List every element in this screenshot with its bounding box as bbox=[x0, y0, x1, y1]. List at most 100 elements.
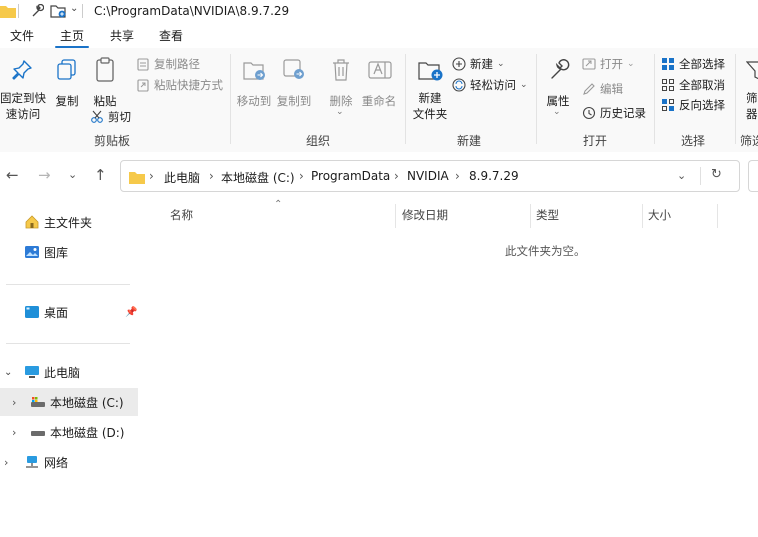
new-item-label: 新建 bbox=[470, 57, 493, 71]
new-folder-button[interactable]: 新建 文件夹 bbox=[410, 52, 450, 122]
forward-arrow-icon[interactable]: → bbox=[38, 166, 51, 184]
recent-locations-chevron-icon[interactable]: ⌄ bbox=[68, 168, 77, 181]
copy-button[interactable]: 复制 bbox=[52, 52, 82, 112]
breadcrumb-nvidia[interactable]: NVIDIA bbox=[407, 169, 449, 183]
computer-icon bbox=[25, 366, 39, 378]
column-header-name[interactable]: 名称 bbox=[170, 207, 193, 223]
column-separator[interactable] bbox=[717, 204, 718, 228]
properties-button[interactable]: 属性 ⌄ bbox=[541, 52, 575, 118]
breadcrumb-separator-icon[interactable]: › bbox=[299, 169, 304, 183]
copy-path-label: 复制路径 bbox=[154, 57, 200, 71]
address-bar[interactable]: › 此电脑 › 本地磁盘 (C:) › ProgramData › NVIDIA… bbox=[120, 160, 740, 192]
expand-chevron-right-icon[interactable]: › bbox=[4, 456, 18, 469]
edit-label: 编辑 bbox=[600, 82, 623, 96]
breadcrumb-separator-icon[interactable]: › bbox=[149, 169, 154, 183]
expand-chevron-right-icon[interactable]: › bbox=[12, 426, 26, 439]
nav-item-network[interactable]: › 网络 bbox=[0, 448, 138, 476]
ribbon-tabs: 文件 主页 共享 查看 bbox=[0, 26, 758, 48]
copy-to-button[interactable]: 复制到 bbox=[276, 52, 312, 112]
pin-icon[interactable]: 📌 bbox=[125, 307, 137, 318]
breadcrumb-current-folder[interactable]: 8.9.7.29 bbox=[469, 169, 519, 183]
cut-button[interactable]: 剪切 bbox=[90, 109, 131, 125]
home-icon bbox=[25, 215, 39, 229]
paste-label: 粘贴 bbox=[93, 94, 117, 108]
breadcrumb-this-pc[interactable]: 此电脑 bbox=[164, 169, 200, 186]
select-none-button[interactable]: 全部取消 bbox=[661, 77, 725, 93]
open-group-label: 打开 bbox=[583, 134, 608, 148]
filter-button[interactable]: 筛 器 bbox=[740, 52, 758, 122]
column-header-type[interactable]: 类型 bbox=[536, 207, 559, 223]
easy-access-icon bbox=[452, 78, 466, 92]
nav-this-pc-label: 此电脑 bbox=[44, 365, 81, 380]
ribbon-separator bbox=[405, 54, 406, 144]
gallery-icon bbox=[25, 246, 39, 258]
nav-item-gallery[interactable]: 图库 bbox=[0, 238, 138, 266]
refresh-icon[interactable]: ↻ bbox=[711, 167, 722, 182]
pencil-icon bbox=[583, 83, 595, 95]
drive-c-icon bbox=[31, 397, 45, 407]
pin-quick-access-button[interactable]: 固定到快 速访问 bbox=[0, 52, 46, 122]
move-to-button[interactable]: 移动到 bbox=[236, 52, 272, 112]
chevron-down-icon: ⌄ bbox=[497, 59, 505, 69]
tab-share[interactable]: 共享 bbox=[108, 26, 136, 46]
open-label: 打开 bbox=[600, 57, 623, 71]
nav-item-desktop[interactable]: 桌面 📌 bbox=[0, 298, 138, 326]
breadcrumb-separator-icon[interactable]: › bbox=[455, 169, 460, 183]
network-icon bbox=[26, 456, 38, 468]
history-button[interactable]: 历史记录 bbox=[582, 105, 646, 121]
delete-button[interactable]: 删除 ⌄ bbox=[326, 52, 356, 118]
open-button[interactable]: 打开 ⌄ bbox=[582, 56, 635, 72]
nav-divider bbox=[6, 284, 130, 285]
breadcrumb-separator-icon[interactable]: › bbox=[209, 169, 214, 183]
select-none-label: 全部取消 bbox=[679, 78, 725, 92]
rename-icon bbox=[368, 61, 392, 79]
chevron-down-icon: ⌄ bbox=[520, 80, 528, 90]
column-separator[interactable] bbox=[395, 204, 396, 228]
column-header-size[interactable]: 大小 bbox=[648, 207, 671, 223]
copy-path-button[interactable]: 复制路径 bbox=[136, 56, 200, 72]
tab-home[interactable]: 主页 bbox=[54, 26, 90, 48]
breadcrumb-programdata[interactable]: ProgramData bbox=[311, 169, 390, 183]
paste-button[interactable]: 粘贴 bbox=[90, 52, 120, 112]
new-folder-icon bbox=[418, 62, 443, 81]
column-separator[interactable] bbox=[642, 204, 643, 228]
paste-shortcut-button[interactable]: 粘贴快捷方式 bbox=[136, 77, 223, 93]
copy-to-icon bbox=[283, 59, 304, 79]
easy-access-button[interactable]: 轻松访问 ⌄ bbox=[452, 77, 528, 93]
edit-button[interactable]: 编辑 bbox=[582, 81, 623, 97]
nav-item-home[interactable]: 主文件夹 bbox=[0, 208, 138, 236]
select-all-icon bbox=[662, 58, 674, 70]
chevron-down-icon[interactable]: ⌄ bbox=[70, 3, 78, 14]
nav-desktop-label: 桌面 bbox=[44, 305, 69, 320]
nav-item-drive-c[interactable]: › 本地磁盘 (C:) bbox=[0, 388, 138, 416]
column-separator[interactable] bbox=[530, 204, 531, 228]
paste-shortcut-label: 粘贴快捷方式 bbox=[154, 78, 223, 92]
ribbon: 固定到快 速访问 复制 粘贴 复制路径 粘贴快捷方式 剪切 剪贴板 移动到 复制… bbox=[0, 48, 758, 152]
nav-item-this-pc[interactable]: ⌄ 此电脑 bbox=[0, 358, 138, 386]
expand-chevron-right-icon[interactable]: › bbox=[12, 396, 26, 409]
chevron-down-icon: ⌄ bbox=[553, 107, 561, 117]
select-all-button[interactable]: 全部选择 bbox=[661, 56, 725, 72]
new-item-button[interactable]: 新建 ⌄ bbox=[452, 56, 505, 72]
invert-selection-button[interactable]: 反向选择 bbox=[661, 97, 725, 113]
rename-button[interactable]: 重命名 bbox=[360, 52, 398, 112]
up-arrow-icon[interactable]: ↑ bbox=[94, 166, 107, 184]
breadcrumb-drive-c[interactable]: 本地磁盘 (C:) bbox=[221, 169, 295, 186]
copy-label: 复制 bbox=[55, 94, 79, 108]
ribbon-separator bbox=[230, 54, 231, 144]
nav-drive-d-label: 本地磁盘 (D:) bbox=[50, 425, 125, 440]
tab-file[interactable]: 文件 bbox=[8, 26, 36, 46]
address-history-chevron-icon[interactable]: ⌄ bbox=[677, 169, 686, 182]
search-box[interactable] bbox=[748, 160, 758, 192]
tab-view[interactable]: 查看 bbox=[157, 26, 185, 46]
back-arrow-icon[interactable]: ← bbox=[6, 166, 19, 184]
column-header-date-modified[interactable]: 修改日期 bbox=[402, 207, 448, 223]
breadcrumb-separator-icon[interactable]: › bbox=[394, 169, 399, 183]
properties-wrench-icon[interactable] bbox=[30, 4, 44, 18]
new-folder-quick-icon[interactable] bbox=[50, 4, 66, 18]
nav-home-label: 主文件夹 bbox=[44, 215, 93, 230]
expand-chevron-down-icon[interactable]: ⌄ bbox=[4, 367, 18, 378]
paste-clipboard-icon bbox=[96, 57, 114, 82]
nav-item-drive-d[interactable]: › 本地磁盘 (D:) bbox=[0, 418, 138, 446]
chevron-down-icon: ⌄ bbox=[336, 107, 344, 117]
